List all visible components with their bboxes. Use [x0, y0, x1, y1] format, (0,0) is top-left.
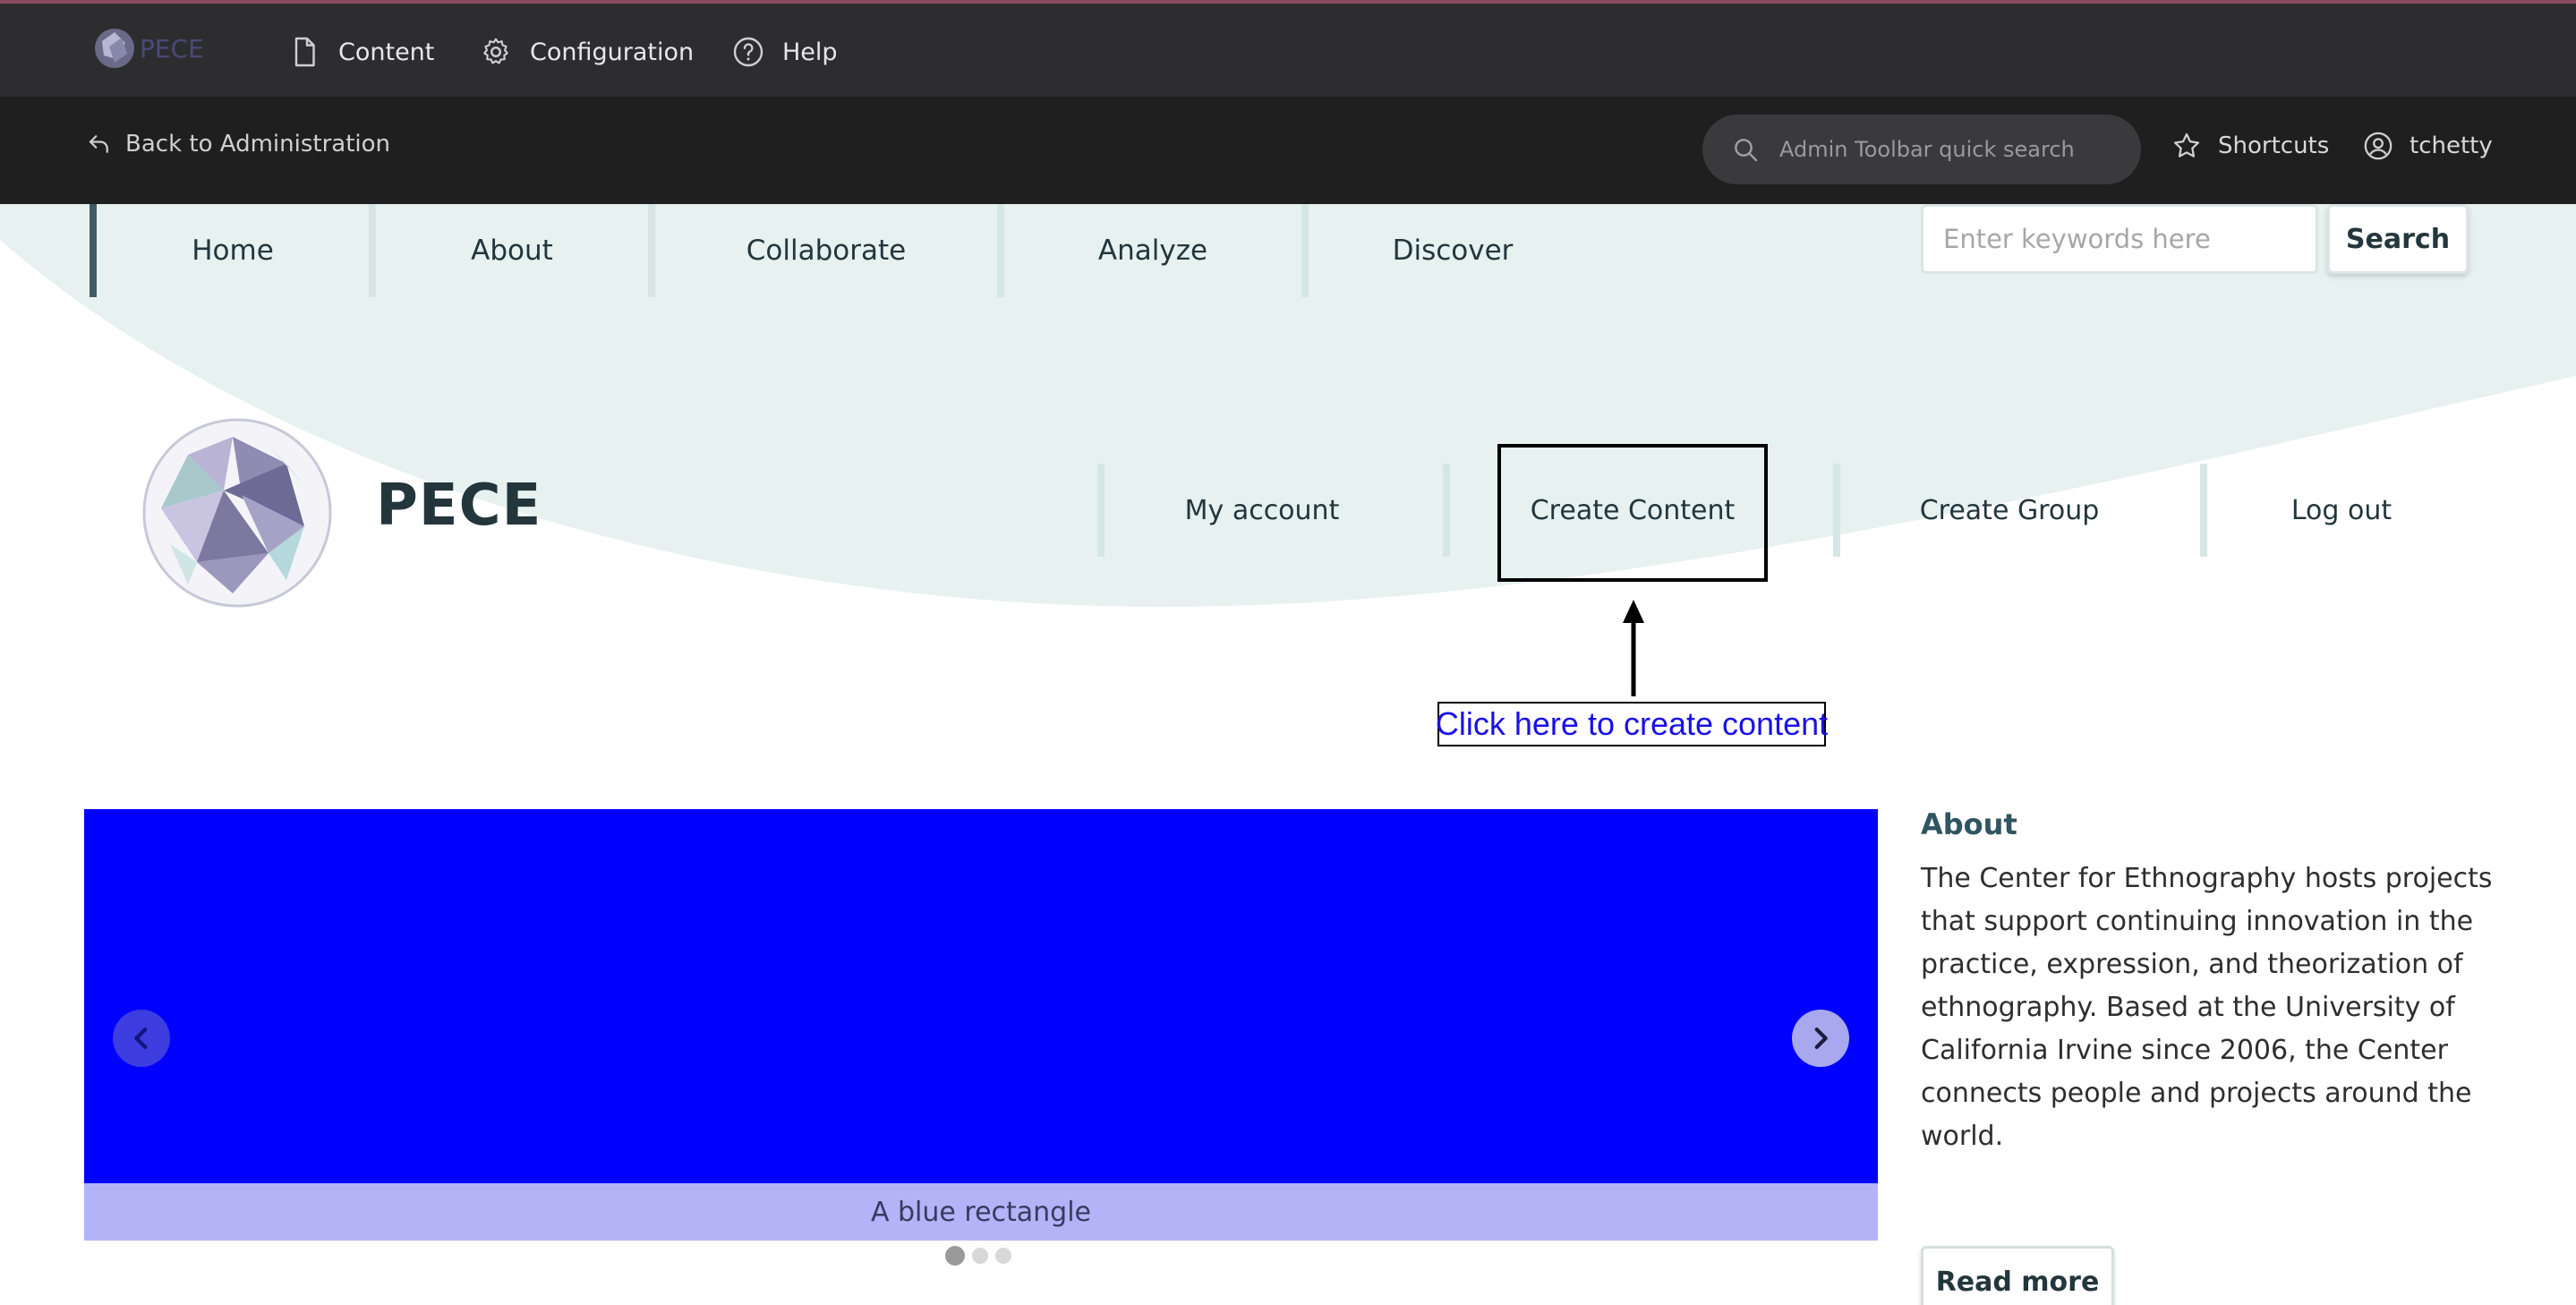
site-logo[interactable]: [134, 410, 340, 616]
slider-next-button[interactable]: [1792, 1010, 1849, 1067]
pece-logo-icon: PECE: [95, 29, 204, 68]
slider-previous-button[interactable]: [113, 1010, 170, 1067]
slider-dot-2[interactable]: [972, 1248, 988, 1264]
pece-mosaic-logo-icon: [142, 418, 332, 608]
create-group-link[interactable]: Create Group: [1840, 483, 2179, 537]
toolbar-help-label: Help: [782, 38, 838, 66]
nav-item-label: About: [471, 235, 553, 267]
slide-caption: A blue rectangle: [84, 1183, 1878, 1241]
about-description: The Center for Ethnography hosts project…: [1921, 863, 2493, 1152]
toolbar-help-link[interactable]: Help: [732, 34, 838, 70]
nav-item-label: Discover: [1392, 235, 1514, 267]
create-content-highlight: [1497, 444, 1768, 582]
user-icon: [2364, 132, 2393, 160]
slide-caption-text: A blue rectangle: [870, 1196, 1092, 1228]
chevron-left-icon: [134, 1027, 148, 1050]
nav-item-analyze[interactable]: Analyze: [997, 204, 1301, 297]
back-arrow-icon: [89, 135, 108, 153]
toolbar-content-label: Content: [338, 38, 435, 66]
site-search-button[interactable]: Search: [2327, 204, 2469, 274]
admin-home-logo[interactable]: PECE: [90, 23, 222, 73]
secondary-nav-divider: [2200, 464, 2207, 557]
admin-quick-search: [1702, 115, 2141, 184]
nav-item-label: Collaborate: [746, 235, 907, 267]
document-icon: [294, 37, 315, 67]
toolbar-configuration-link[interactable]: Configuration: [480, 34, 694, 70]
nav-item-discover[interactable]: Discover: [1301, 204, 1597, 297]
site-name[interactable]: PECE: [376, 473, 542, 539]
secondary-nav-divider: [1833, 464, 1840, 557]
gear-icon: [483, 38, 508, 64]
secondary-nav-divider: [1443, 464, 1450, 557]
help-icon: [733, 37, 763, 67]
chevron-right-icon: [1814, 1027, 1828, 1050]
back-to-administration-label: Back to Administration: [125, 131, 391, 158]
toolbar-configuration-label: Configuration: [530, 38, 695, 66]
annotation-callout: Click here to create content: [1436, 702, 1828, 746]
slider-pagination: [945, 1246, 1011, 1266]
site-search-input[interactable]: [1921, 204, 2318, 274]
slider-dot-1[interactable]: [945, 1246, 965, 1266]
nav-item-label: Analyze: [1097, 235, 1208, 267]
hero-slide-image: [84, 809, 1878, 1183]
my-account-label: My account: [1184, 494, 1340, 526]
shortcuts-label: Shortcuts: [2218, 132, 2330, 159]
svg-text:PECE: PECE: [140, 34, 204, 64]
nav-item-about[interactable]: About: [369, 204, 648, 297]
back-to-administration-link[interactable]: Back to Administration: [86, 131, 390, 158]
user-name: tchetty: [2410, 132, 2493, 159]
my-account-link[interactable]: My account: [1105, 483, 1420, 537]
arrow-up-icon: [1623, 600, 1644, 696]
read-more-button[interactable]: Read more: [1921, 1246, 2114, 1305]
shortcuts-link[interactable]: Shortcuts: [2171, 131, 2329, 161]
admin-quick-search-input[interactable]: [1779, 137, 2102, 162]
create-group-label: Create Group: [1919, 494, 2100, 526]
main-navigation: Home About Collaborate Analyze Discover: [90, 204, 1597, 297]
nav-item-home[interactable]: Home: [90, 204, 369, 297]
admin-toolbar: PECE Content Configuration Help: [0, 0, 2576, 97]
nav-item-label: Home: [192, 235, 274, 267]
star-icon: [2173, 132, 2200, 158]
user-menu[interactable]: tchetty: [2363, 131, 2493, 161]
search-icon: [1735, 139, 1758, 162]
toolbar-content-link[interactable]: Content: [288, 34, 434, 70]
slider-dot-3[interactable]: [995, 1248, 1011, 1264]
nav-item-collaborate[interactable]: Collaborate: [648, 204, 997, 297]
about-heading: About: [1921, 807, 2017, 841]
log-out-label: Log out: [2290, 494, 2393, 526]
log-out-link[interactable]: Log out: [2207, 483, 2476, 537]
secondary-nav-divider: [1097, 464, 1105, 557]
